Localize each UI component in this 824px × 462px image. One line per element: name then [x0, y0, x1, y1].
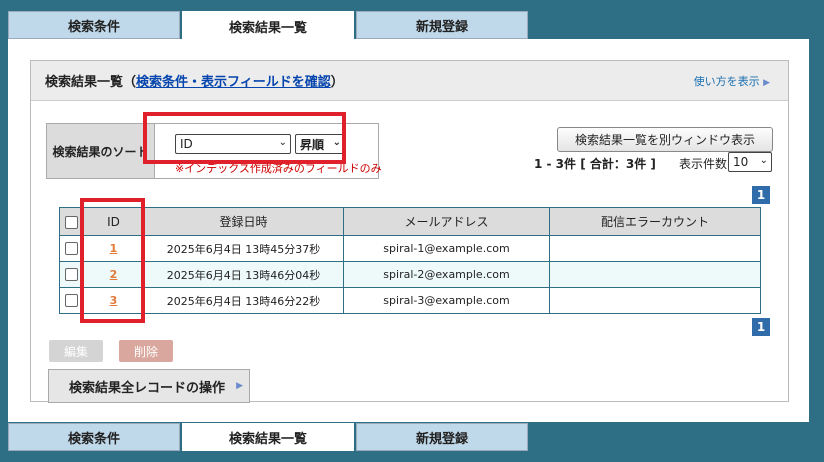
result-count: 1 - 3件 [ 合計：3件 ]	[534, 157, 656, 171]
column-header-errors[interactable]: 配信エラーカウント	[549, 207, 761, 236]
per-page-value: 10	[733, 155, 749, 169]
email-cell: spiral-1@example.com	[343, 235, 550, 262]
help-link[interactable]: 使い方を表示 ▶	[694, 73, 770, 89]
help-link-label: 使い方を表示	[693, 75, 760, 88]
tab-search-conditions[interactable]: 検索条件	[8, 423, 180, 451]
chevron-down-icon: ⌄	[759, 155, 768, 166]
triangle-right-icon: ▶	[763, 78, 770, 88]
sort-highlight-box	[143, 112, 346, 164]
row-checkbox[interactable]	[65, 268, 78, 282]
all-records-actions-button[interactable]: 検索結果全レコードの操作 ▶	[48, 369, 250, 403]
select-all-checkbox[interactable]	[65, 215, 78, 229]
errors-cell	[549, 287, 761, 314]
id-column-highlight-box	[80, 198, 145, 323]
table-row: 1 2025年6月4日 13時45分37秒 spiral-1@example.c…	[59, 235, 761, 262]
per-page-label: 表示件数	[679, 157, 728, 171]
row-checkbox[interactable]	[65, 294, 78, 308]
all-records-actions-label: 検索結果全レコードの操作	[69, 380, 226, 396]
errors-cell	[549, 235, 761, 262]
sort-label: 検索結果のソート	[47, 124, 155, 178]
open-popup-button[interactable]: 検索結果一覧を別ウィンドウ表示	[557, 127, 773, 152]
column-header-date[interactable]: 登録日時	[143, 207, 344, 236]
page-number-top[interactable]: 1	[752, 186, 770, 204]
tab-search-results[interactable]: 検索結果一覧	[182, 11, 354, 41]
tab-search-results[interactable]: 検索結果一覧	[182, 423, 354, 451]
tab-new-registration[interactable]: 新規登録	[356, 11, 528, 39]
errors-cell	[549, 261, 761, 288]
table-row: 3 2025年6月4日 13時46分22秒 spiral-3@example.c…	[59, 287, 761, 314]
close-paren: ）	[330, 75, 344, 90]
row-checkbox[interactable]	[65, 242, 78, 256]
view-conditions-link[interactable]: 検索条件・表示フィールドを確認	[136, 71, 331, 90]
email-cell: spiral-2@example.com	[343, 261, 550, 288]
page-number-bottom[interactable]: 1	[752, 318, 770, 336]
column-header-email[interactable]: メールアドレス	[343, 207, 550, 236]
open-paren: （	[123, 75, 137, 90]
results-table: ID 登録日時 メールアドレス 配信エラーカウント 1 2025年6月4日 13…	[59, 207, 761, 314]
date-cell: 2025年6月4日 13時46分04秒	[143, 261, 344, 288]
date-cell: 2025年6月4日 13時46分22秒	[143, 287, 344, 314]
date-cell: 2025年6月4日 13時45分37秒	[143, 235, 344, 262]
triangle-right-icon: ▶	[236, 381, 243, 391]
edit-button[interactable]: 編集	[49, 340, 103, 362]
tab-search-conditions[interactable]: 検索条件	[8, 11, 180, 39]
top-tab-bar: 検索条件 検索結果一覧 新規登録	[8, 11, 528, 41]
page-title: 検索結果一覧	[45, 75, 124, 90]
email-cell: spiral-3@example.com	[343, 287, 550, 314]
tab-new-registration[interactable]: 新規登録	[356, 423, 528, 451]
results-header: 検索結果一覧 （ 検索条件・表示フィールドを確認 ） 使い方を表示 ▶	[31, 61, 788, 101]
table-row: 2 2025年6月4日 13時46分04秒 spiral-2@example.c…	[59, 261, 761, 288]
table-header-row: ID 登録日時 メールアドレス 配信エラーカウント	[59, 207, 761, 236]
per-page-select[interactable]: 10 ⌄	[728, 152, 772, 172]
delete-button[interactable]: 削除	[119, 340, 173, 362]
bottom-tab-bar: 検索条件 検索結果一覧 新規登録	[8, 423, 528, 451]
